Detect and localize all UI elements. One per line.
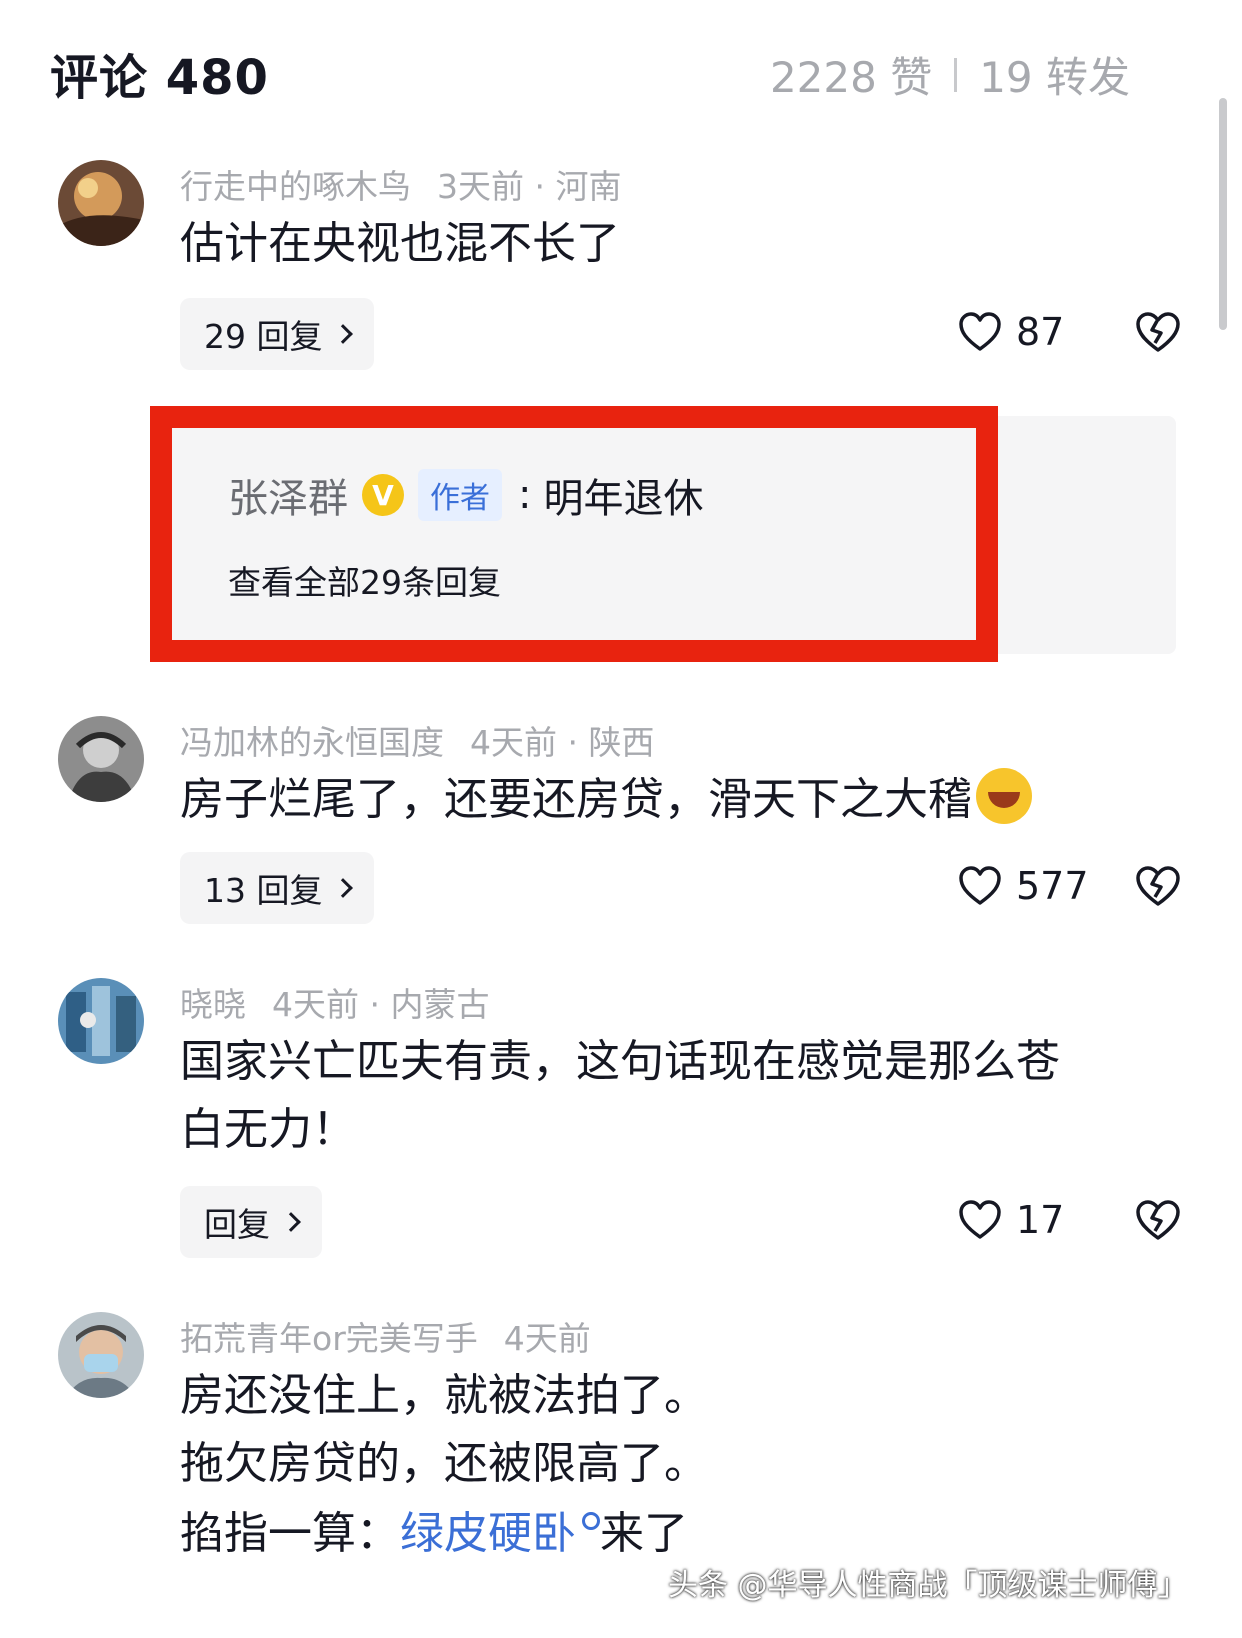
comment-meta: 冯加林的永恒国度 4天前 · 陕西 (180, 716, 654, 764)
view-all-replies-link[interactable]: 查看全部29条回复 (228, 556, 501, 604)
like-button[interactable]: 577 (958, 850, 1089, 922)
like-count: 17 (1016, 1198, 1065, 1242)
time-location: 3天前 · 河南 (437, 167, 622, 206)
comment-text-line-3: 掐指一算：绿皮硬卧 来了 (180, 1500, 688, 1568)
reply-button[interactable]: 回复 (180, 1186, 322, 1258)
search-link[interactable]: 绿皮硬卧 (400, 1508, 576, 1559)
comment-text-prefix: 掐指一算： (180, 1508, 400, 1559)
heart-icon (959, 866, 1001, 905)
highlight-box (150, 406, 998, 662)
avatar[interactable] (58, 160, 144, 246)
reply-label: 回复 (204, 1205, 270, 1244)
like-button[interactable]: 17 (958, 1184, 1064, 1256)
dislike-button[interactable] (1133, 850, 1183, 922)
shares-count: 19 转发 (979, 53, 1130, 102)
reply-label: 13 回复 (204, 871, 323, 910)
like-count: 577 (1016, 864, 1089, 908)
watermark: 头条 @华导人性商战「顶级谋士师傅」 (668, 1560, 1188, 1604)
avatar[interactable] (58, 716, 144, 802)
like-count: 87 (1016, 310, 1065, 354)
comment-text-suffix: 来了 (600, 1508, 688, 1559)
verified-badge-icon: V (362, 474, 404, 516)
laughing-emoji-icon (976, 768, 1032, 824)
scrollbar[interactable] (1219, 98, 1227, 330)
comments-header: 评论 480 2228 赞 19 转发 (0, 0, 1242, 140)
time-location: 4天前 · 内蒙古 (272, 985, 490, 1024)
username[interactable]: 晓晓 (180, 985, 246, 1024)
username[interactable]: 冯加林的永恒国度 (180, 723, 444, 762)
search-icon (582, 1512, 600, 1530)
author-reply: 张泽群 V 作者 : 明年退休 (228, 466, 703, 524)
broken-heart-icon (1136, 866, 1180, 906)
comment-text-line-2: 白无力！ (180, 1104, 356, 1155)
header-stats: 2228 赞 19 转发 (770, 44, 1130, 105)
chevron-right-icon (281, 1212, 301, 1232)
colon: : (518, 472, 532, 518)
comment-text-content: 房子烂尾了，还要还房贷，滑天下之大稽 (180, 774, 972, 825)
author-name[interactable]: 张泽群 (228, 466, 348, 524)
time-location: 4天前 (503, 1319, 591, 1358)
avatar[interactable] (58, 978, 144, 1064)
stats-divider (954, 57, 958, 92)
dislike-button[interactable] (1133, 1184, 1183, 1256)
chevron-right-icon (333, 878, 354, 898)
dislike-button[interactable] (1133, 296, 1183, 368)
reply-button[interactable]: 29 回复 (180, 298, 375, 370)
author-reply-text: 明年退休 (543, 476, 704, 522)
comment-text-line-2: 拖欠房贷的，还被限高了。 (180, 1438, 708, 1489)
comment-meta: 拓荒青年or完美写手 4天前 (180, 1312, 591, 1360)
reply-label: 29 回复 (204, 317, 323, 356)
comment-text: 房子烂尾了，还要还房贷，滑天下之大稽 (180, 766, 1032, 834)
watermark-text: 头条 @华导人性商战「顶级谋士师傅」 (668, 1568, 1188, 1603)
like-button[interactable]: 87 (958, 296, 1064, 368)
likes-count: 2228 赞 (769, 53, 933, 102)
author-tag: 作者 (418, 469, 502, 521)
comments-title: 评论 480 (50, 50, 269, 106)
avatar[interactable] (58, 1312, 144, 1398)
heart-icon (959, 312, 1001, 351)
username[interactable]: 拓荒青年or完美写手 (180, 1319, 478, 1358)
heart-icon (959, 1200, 1001, 1239)
comment-text-line-1: 国家兴亡匹夫有责，这句话现在感觉是那么苍 (180, 1036, 1060, 1087)
broken-heart-icon (1136, 1200, 1180, 1240)
broken-heart-icon (1136, 312, 1180, 352)
comment-meta: 晓晓 4天前 · 内蒙古 (180, 978, 489, 1026)
comment-text: 估计在央视也混不长了 (180, 218, 620, 269)
comment-text-line-1: 房还没住上，就被法拍了。 (180, 1370, 708, 1421)
chevron-right-icon (333, 324, 354, 344)
username[interactable]: 行走中的啄木鸟 (180, 167, 411, 206)
reply-button[interactable]: 13 回复 (180, 852, 375, 924)
time-location: 4天前 · 陕西 (470, 723, 655, 762)
comment-meta: 行走中的啄木鸟 3天前 · 河南 (180, 160, 621, 208)
